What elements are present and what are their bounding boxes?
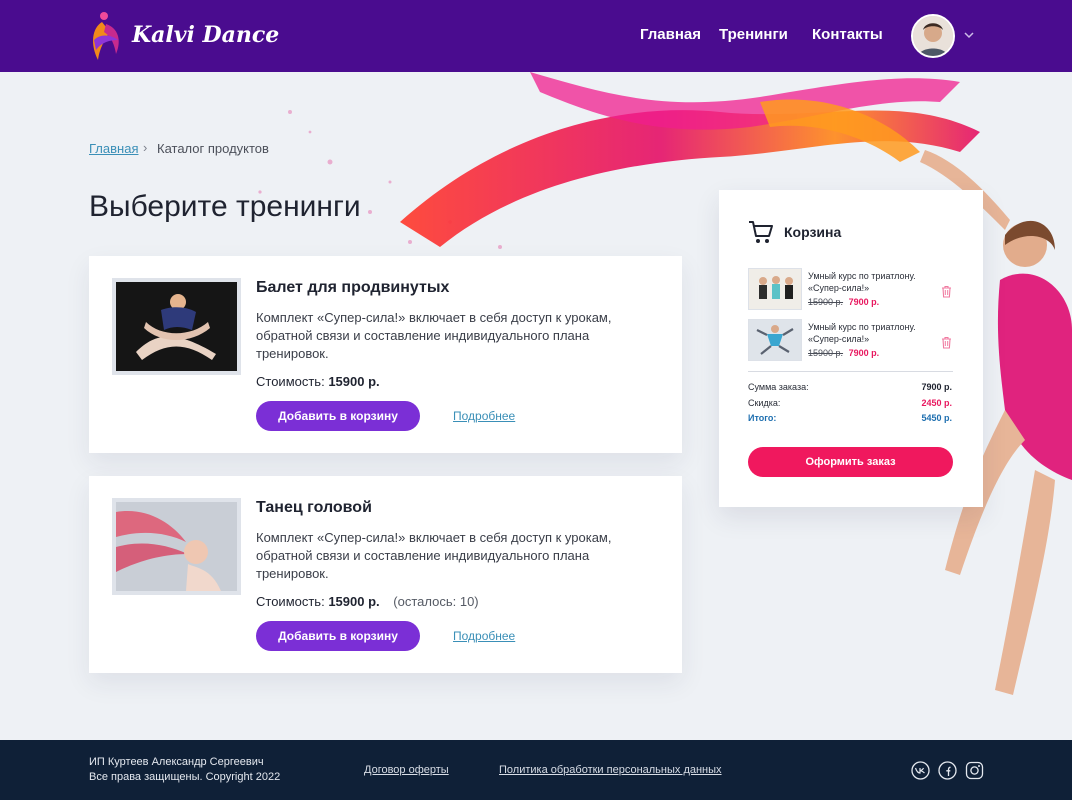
triathlon-photo — [749, 269, 801, 309]
add-to-cart-button[interactable]: Добавить в корзину — [256, 621, 420, 651]
hair-dance-photo — [116, 502, 237, 591]
offer-agreement-link[interactable]: Договор оферты — [364, 764, 449, 776]
nav-item-home[interactable]: Главная — [640, 26, 701, 46]
price-label: Стоимость: — [256, 594, 325, 609]
price-label: Стоимость: — [256, 374, 325, 389]
cart-divider — [748, 371, 953, 372]
breadcrumb-current: Каталог продуктов — [157, 141, 269, 156]
total-value: 5450 р. — [921, 413, 952, 423]
nav-item-trainings[interactable]: Тренинги — [719, 26, 788, 46]
nav-item-contacts[interactable]: Контакты — [812, 26, 883, 46]
remaining-count: (осталось: 10) — [393, 594, 479, 609]
product-description: Комплект «Супер-сила!» включает в себя д… — [256, 530, 612, 581]
privacy-policy-link[interactable]: Политика обработки персональных данных — [499, 764, 722, 776]
trash-icon[interactable] — [941, 336, 952, 349]
cart-item-old-price: 15900 р. — [808, 297, 844, 307]
order-sum-value: 7900 р. — [921, 382, 952, 392]
cart-item-name: Умный курс по триатлону. «Супер-сила!» — [808, 271, 916, 293]
cart-item: Умный курс по триатлону. «Супер-сила!» 1… — [748, 319, 958, 363]
product-price: Стоимость: 15900 р. — [256, 374, 380, 389]
price-value: 15900 р. — [328, 594, 380, 609]
price-value: 15900 р. — [328, 374, 380, 389]
cart-item: Умный курс по триатлону. «Супер-сила!» 1… — [748, 268, 958, 312]
footer-copyright: Все права защищены. Copyright 2022 — [89, 771, 281, 783]
details-link[interactable]: Подробнее — [453, 409, 515, 423]
product-price: Стоимость: 15900 р. (осталось: 10) — [256, 594, 479, 609]
brand-logo[interactable]: Kalvi Dance — [88, 10, 279, 62]
discount-label: Скидка: — [748, 398, 781, 408]
vk-icon[interactable] — [911, 761, 930, 780]
total-label: Итого: — [748, 413, 777, 423]
product-card: Балет для продвинутых Комплект «Супер-си… — [89, 256, 682, 453]
cart-item-new-price: 7900 р. — [848, 297, 880, 307]
site-header: Kalvi Dance Главная Тренинги Контакты — [0, 0, 1072, 72]
add-to-cart-button[interactable]: Добавить в корзину — [256, 401, 420, 431]
page-title: Выберите тренинги — [89, 190, 361, 223]
cart-panel: Корзина Умный курс по триатлону. «Супер-… — [719, 190, 983, 507]
footer-owner: ИП Куртеев Александр Сергеевич — [89, 756, 264, 768]
jump-photo — [749, 320, 801, 360]
cart-item-new-price: 7900 р. — [848, 348, 880, 358]
chevron-down-icon[interactable] — [962, 28, 976, 42]
user-avatar[interactable] — [911, 14, 955, 58]
product-image — [112, 498, 241, 595]
user-photo — [913, 16, 953, 56]
site-footer: ИП Куртеев Александр Сергеевич Все права… — [0, 740, 1072, 800]
cart-title: Корзина — [784, 224, 842, 240]
product-card: Танец головой Комплект «Супер-сила!» вкл… — [89, 476, 682, 673]
order-sum-label: Сумма заказа: — [748, 382, 809, 392]
cart-item-price: 15900 р. 7900 р. — [808, 297, 879, 307]
discount-value: 2450 р. — [921, 398, 952, 408]
checkout-button[interactable]: Оформить заказ — [748, 447, 953, 477]
breadcrumb-home-link[interactable]: Главная — [89, 141, 138, 156]
shopping-cart-icon — [749, 221, 773, 243]
product-description: Комплект «Супер-сила!» включает в себя д… — [256, 310, 612, 361]
ballet-photo — [116, 282, 237, 371]
cart-item-price: 15900 р. 7900 р. — [808, 348, 879, 358]
product-title: Танец головой — [256, 499, 372, 516]
breadcrumb-separator: › — [143, 140, 148, 155]
dancer-logo-icon — [93, 12, 119, 60]
cart-item-old-price: 15900 р. — [808, 348, 844, 358]
product-image — [112, 278, 241, 375]
facebook-icon[interactable] — [938, 761, 957, 780]
brand-name: Kalvi Dance — [132, 22, 280, 48]
product-title: Балет для продвинутых — [256, 279, 450, 296]
cart-item-image — [748, 268, 802, 310]
details-link[interactable]: Подробнее — [453, 629, 515, 643]
cart-item-name: Умный курс по триатлону. «Супер-сила!» — [808, 322, 916, 344]
cart-item-image — [748, 319, 802, 361]
instagram-icon[interactable] — [965, 761, 984, 780]
trash-icon[interactable] — [941, 285, 952, 298]
